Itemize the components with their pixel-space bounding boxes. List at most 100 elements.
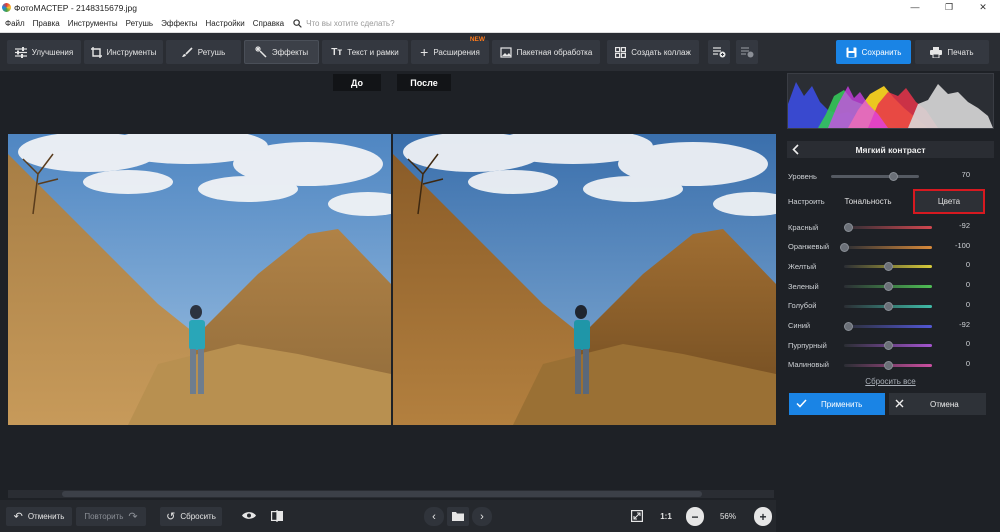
chevron-right-icon: ›	[480, 510, 484, 523]
maximize-icon[interactable]: ❐	[932, 0, 966, 15]
tab-tonality[interactable]: Тональность	[843, 189, 893, 214]
actual-size-button[interactable]: 1:1	[654, 507, 678, 526]
scrollbar-thumb[interactable]	[62, 491, 702, 497]
color-slider-track[interactable]	[844, 245, 932, 249]
color-slider-label: Желтый	[788, 261, 817, 271]
color-slider-value: 0	[965, 299, 970, 309]
fit-screen-button[interactable]	[626, 507, 648, 526]
before-label: До	[333, 74, 381, 91]
zoom-out-button[interactable]: −	[686, 507, 704, 526]
text-frames-button[interactable]: Tт Текст и рамки	[322, 40, 408, 64]
menu-tools[interactable]: Инструменты	[65, 19, 121, 28]
menu-retouch[interactable]: Ретушь	[123, 19, 157, 28]
menu-file[interactable]: Файл	[2, 19, 28, 28]
cancel-button[interactable]: Отмена	[889, 393, 986, 415]
after-label: После	[397, 74, 451, 91]
horizontal-scrollbar[interactable]	[8, 490, 774, 498]
previous-photo-button[interactable]: ‹	[424, 507, 444, 526]
tools-button[interactable]: Инструменты	[84, 40, 163, 64]
color-slider-knob[interactable]	[884, 341, 893, 351]
configure-label: Настроить	[788, 196, 825, 206]
improvements-button[interactable]: Улучшения	[7, 40, 81, 64]
menu-settings[interactable]: Настройки	[202, 19, 247, 28]
back-arrow-icon[interactable]	[792, 144, 799, 157]
main-toolbar: Улучшения Инструменты Ретушь Эффекты Tт …	[0, 33, 1000, 71]
add-list-icon	[712, 46, 726, 58]
images-icon	[500, 46, 512, 58]
color-slider-label: Пурпурный	[788, 340, 827, 350]
minimize-icon[interactable]: —	[898, 0, 932, 15]
color-slider-value: 0	[965, 260, 970, 270]
menu-search[interactable]: Что вы хотите сделать?	[293, 19, 395, 28]
improvements-label: Улучшения	[31, 47, 74, 57]
undo-label: Отменить	[27, 512, 65, 521]
reset-icon: ↺	[166, 511, 176, 523]
color-slider-knob[interactable]	[884, 360, 893, 370]
color-slider-track[interactable]	[844, 226, 932, 229]
eye-icon	[242, 511, 256, 522]
close-x-icon	[895, 399, 904, 410]
zoom-in-button[interactable]: +	[754, 507, 772, 526]
effects-button[interactable]: Эффекты	[244, 40, 319, 64]
search-placeholder[interactable]: Что вы хотите сделать?	[306, 19, 394, 28]
color-slider-knob[interactable]	[884, 301, 893, 311]
color-slider-knob[interactable]	[843, 321, 853, 331]
create-collage-button[interactable]: Создать коллаж	[607, 40, 699, 64]
retouch-label: Ретушь	[197, 47, 226, 57]
redo-button[interactable]: Повторить ↷	[76, 507, 146, 526]
cancel-label: Отмена	[930, 399, 959, 409]
history-list-icon	[740, 46, 754, 58]
color-slider-track[interactable]	[844, 324, 932, 328]
text-icon: Tт	[331, 46, 343, 58]
menu-edit[interactable]: Правка	[30, 19, 63, 28]
reset-all-link[interactable]: Сбросить все	[787, 377, 994, 386]
open-folder-button[interactable]	[447, 507, 469, 526]
chevron-left-icon: ‹	[432, 510, 436, 523]
color-slider-knob[interactable]	[884, 262, 893, 272]
effects-label: Эффекты	[271, 47, 309, 57]
color-slider-label: Зеленый	[788, 281, 819, 291]
color-slider-value: 0	[965, 280, 970, 290]
canvas-area: До После	[8, 71, 776, 490]
create-collage-label: Создать коллаж	[631, 47, 691, 57]
color-slider-knob[interactable]	[843, 223, 853, 232]
before-photo[interactable]	[8, 134, 391, 425]
print-button[interactable]: Печать	[915, 40, 989, 64]
menu-effects[interactable]: Эффекты	[158, 19, 200, 28]
redo-icon: ↷	[128, 511, 138, 523]
color-slider-knob[interactable]	[884, 282, 893, 292]
color-slider-row: Пурпурный	[788, 339, 844, 351]
reset-button[interactable]: ↺ Сбросить	[160, 507, 222, 526]
color-slider-value: -92	[959, 221, 970, 230]
save-button[interactable]: Сохранить	[836, 40, 911, 64]
batch-processing-button[interactable]: Пакетная обработка	[492, 40, 600, 64]
text-frames-label: Текст и рамки	[347, 47, 399, 57]
color-slider-label: Синий	[788, 321, 811, 330]
level-slider[interactable]	[831, 175, 919, 178]
add-preset-button[interactable]	[708, 40, 730, 64]
color-slider-row: Оранжевый	[788, 241, 844, 253]
after-photo[interactable]	[393, 134, 776, 425]
next-photo-button[interactable]: ›	[472, 507, 492, 526]
close-icon[interactable]: ✕	[966, 0, 1000, 15]
color-slider-row: Голубой	[788, 300, 844, 312]
level-value: 70	[961, 170, 970, 179]
extensions-button[interactable]: NEW + Расширения	[411, 36, 489, 64]
batch-processing-label: Пакетная обработка	[516, 47, 593, 57]
sliders-icon	[14, 46, 27, 58]
retouch-button[interactable]: Ретушь	[166, 40, 241, 64]
tools-label: Инструменты	[106, 47, 157, 57]
undo-button[interactable]: ↶ Отменить	[6, 507, 72, 526]
history-button[interactable]	[736, 40, 758, 64]
color-slider-row: Малиновый	[788, 359, 844, 371]
search-icon	[293, 19, 302, 28]
menu-help[interactable]: Справка	[250, 19, 287, 28]
preview-toggle-button[interactable]	[238, 507, 260, 526]
color-slider-knob[interactable]	[840, 242, 849, 252]
tab-colors[interactable]: Цвета	[913, 189, 985, 214]
compare-toggle-button[interactable]	[266, 507, 288, 526]
panel-header: Мягкий контраст	[787, 141, 994, 158]
level-slider-knob[interactable]	[888, 172, 898, 181]
apply-button[interactable]: Применить	[789, 393, 885, 415]
color-slider-value: 0	[965, 358, 970, 368]
